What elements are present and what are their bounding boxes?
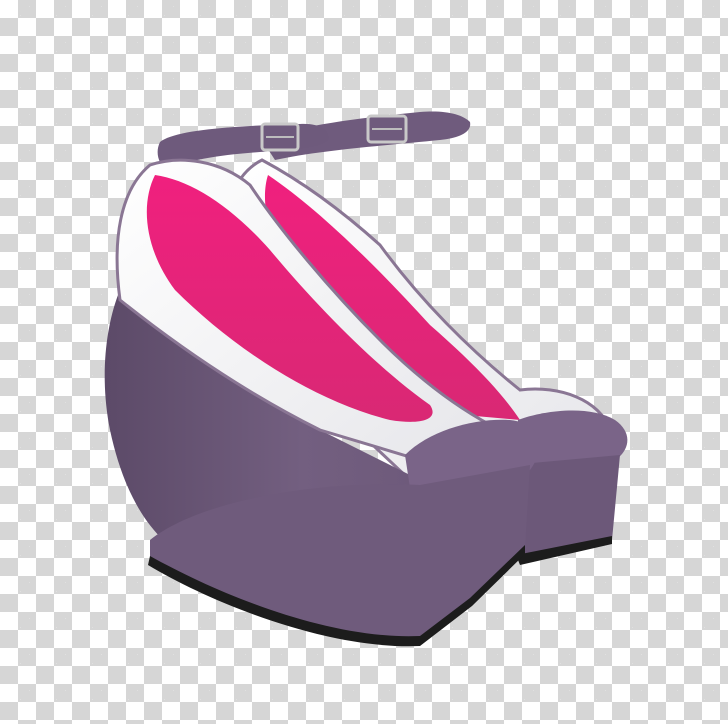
- shoes-illustration: [104, 111, 628, 647]
- image-canvas: [0, 0, 728, 724]
